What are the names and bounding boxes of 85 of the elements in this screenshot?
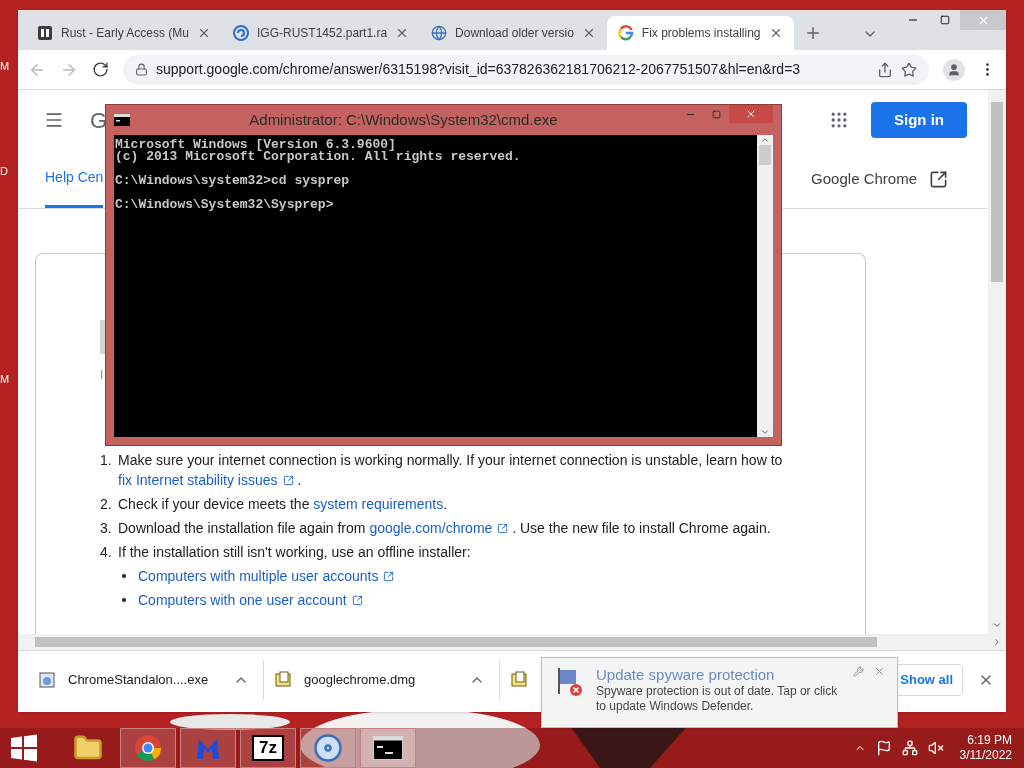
help-link[interactable]: fix Internet stability issues bbox=[118, 470, 294, 490]
swirl-icon bbox=[233, 25, 250, 41]
step-text: Check if your device meets the system requirements. bbox=[118, 494, 449, 514]
scrollbar-thumb[interactable] bbox=[35, 637, 877, 647]
tab-title: Fix problems installing bbox=[641, 25, 761, 42]
address-bar[interactable]: support.google.com/chrome/answer/6315198?visit_id=637826362181706212-2067751507&hl=en&rd=3 bbox=[123, 54, 929, 85]
globe-icon bbox=[431, 25, 448, 41]
step-text: Make sure your internet connection is working normally. If your internet connection is unstable, learn how to fix Internet stability issues . bbox=[118, 451, 784, 490]
archive-app-icon: 7z bbox=[252, 735, 284, 761]
notification-message: Spyware protection is out of date. Tap or click to update Windows Defender. bbox=[596, 684, 839, 714]
share-icon[interactable] bbox=[877, 61, 893, 78]
notification-title: Update spyware protection bbox=[596, 666, 776, 684]
apps-icon[interactable] bbox=[829, 110, 849, 130]
tab-title: IGG-RUST1452.part1.ra bbox=[257, 25, 388, 42]
terminal-icon bbox=[373, 736, 403, 760]
maximize-icon bbox=[940, 15, 950, 25]
logo-icon bbox=[617, 25, 634, 41]
lock-icon bbox=[135, 63, 148, 76]
network-icon[interactable] bbox=[901, 740, 918, 756]
vertical-scrollbar[interactable] bbox=[988, 90, 1006, 634]
external-link-icon bbox=[929, 169, 948, 189]
window-title: Administrator: C:\Windows\System32\cmd.exe bbox=[248, 109, 559, 130]
scrollbar-thumb[interactable] bbox=[759, 145, 771, 165]
console-line: C:\Windows\System32\Sysprep> bbox=[115, 199, 335, 211]
scrollbar-thumb[interactable] bbox=[991, 102, 1003, 282]
taskbar-app[interactable]: 7z bbox=[240, 728, 296, 768]
desktop-icon-label[interactable]: M bbox=[0, 371, 10, 388]
desktop-icon-label[interactable]: D bbox=[0, 163, 8, 180]
installer-icon bbox=[38, 670, 56, 689]
console-line: C:\Windows\system32>cd sysprep bbox=[115, 175, 351, 187]
flag-icon[interactable] bbox=[875, 740, 892, 756]
bullet-icon bbox=[122, 574, 126, 578]
help-link[interactable]: Computers with multiple user accounts bbox=[138, 566, 395, 586]
notification-popup[interactable]: Update spyware protection Spyware protection is out of date. Tap or click to update Windows Defender. bbox=[541, 657, 898, 728]
download-item[interactable]: ChromeStandalon....exe bbox=[36, 659, 264, 700]
scroll-up-icon[interactable] bbox=[760, 135, 770, 145]
help-link[interactable]: Computers with one user account bbox=[138, 590, 363, 610]
browser-tab[interactable]: IGG-RUST1452.part1.ra bbox=[222, 16, 421, 50]
bullet-icon bbox=[122, 598, 126, 602]
browser-tab[interactable]: Rust - Early Access (Mu bbox=[26, 16, 223, 50]
step-number: 4. bbox=[100, 543, 113, 562]
clock[interactable]: 6:19 PM 3/11/2022 bbox=[959, 733, 1012, 763]
download-item[interactable]: googlechrome.dmg bbox=[272, 659, 500, 700]
tab-title: Download older versio bbox=[455, 25, 574, 42]
logo-fragment: G bbox=[90, 106, 108, 135]
external-link-icon bbox=[497, 522, 509, 534]
external-link-icon bbox=[383, 570, 395, 582]
scroll-down-icon[interactable] bbox=[760, 427, 770, 437]
console-line: (c) 2013 Microsoft Corporation. All rights reserved. bbox=[115, 151, 522, 163]
person-icon bbox=[947, 62, 961, 77]
console-line: Microsoft Windows [Version 6.3.9600] bbox=[115, 139, 397, 151]
step-text: If the installation still isn't working, use an offline installer: bbox=[118, 543, 472, 562]
browser-tab[interactable]: Fix problems installing bbox=[606, 16, 794, 50]
chrome-icon bbox=[133, 733, 163, 763]
horizontal-scrollbar[interactable] bbox=[18, 634, 1006, 650]
console-scrollbar[interactable] bbox=[757, 135, 773, 437]
profile-button[interactable] bbox=[943, 58, 965, 81]
close-icon[interactable] bbox=[874, 666, 885, 677]
document-icon bbox=[274, 670, 292, 689]
maximize-icon bbox=[711, 109, 721, 119]
scroll-right-icon[interactable] bbox=[992, 637, 1002, 647]
menu-icon[interactable] bbox=[44, 110, 64, 130]
product-link[interactable]: Google Chrome bbox=[811, 150, 948, 208]
close-icon bbox=[745, 108, 757, 120]
tab-title: Rust - Early Access (Mu bbox=[61, 25, 190, 42]
external-link-icon bbox=[282, 474, 294, 486]
taskbar-app[interactable] bbox=[360, 728, 416, 768]
step-text: Download the installation file again from google.com/chrome . Use the new file to install Chrome again. bbox=[118, 518, 772, 538]
desktop-icon-label[interactable]: M bbox=[0, 58, 10, 75]
step-number: 1. bbox=[100, 451, 113, 470]
external-link-icon bbox=[351, 594, 363, 606]
star-icon[interactable] bbox=[901, 61, 917, 78]
scroll-down-icon[interactable] bbox=[992, 620, 1002, 630]
muted-speaker-icon[interactable] bbox=[927, 740, 944, 756]
terminal-icon bbox=[114, 114, 130, 126]
browser-tab[interactable]: Download older versio bbox=[420, 16, 607, 50]
logo-icon bbox=[37, 25, 53, 41]
step-number: 2. bbox=[100, 495, 113, 514]
step-number: 3. bbox=[100, 519, 113, 538]
reload-icon[interactable] bbox=[92, 61, 109, 78]
help-link[interactable]: google.com/chrome bbox=[369, 518, 509, 538]
sign-in-button[interactable]: Sign in bbox=[871, 102, 967, 138]
windows-start-icon[interactable] bbox=[10, 734, 38, 762]
subtitle-fragment: I bbox=[100, 368, 105, 382]
document-icon bbox=[510, 670, 528, 689]
